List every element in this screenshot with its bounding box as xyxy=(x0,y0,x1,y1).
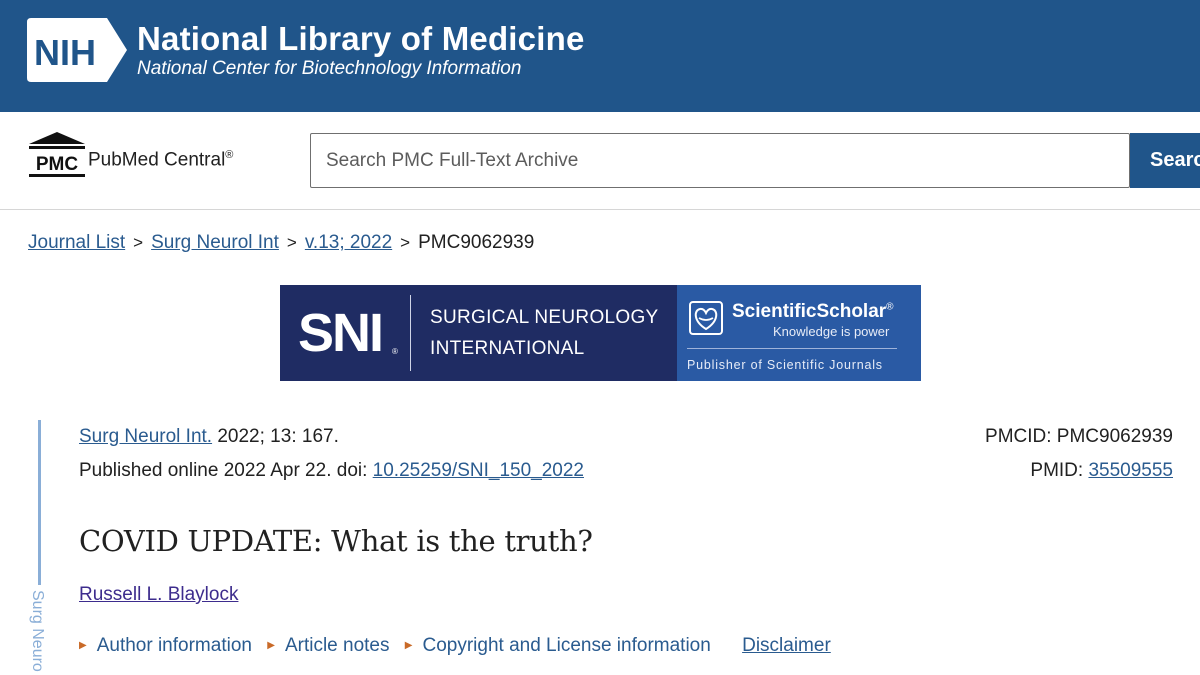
publisher-name: ScientificScholar® xyxy=(732,301,894,322)
pmcid-label: PMCID: xyxy=(985,426,1057,447)
journal-link[interactable]: Surg Neurol Int. xyxy=(79,426,212,447)
triangle-right-icon: ▶ xyxy=(404,640,413,651)
citation-line: Surg Neurol Int. 2022; 13: 167. xyxy=(79,426,339,448)
search-button[interactable]: Search xyxy=(1130,133,1200,188)
search-input[interactable] xyxy=(310,133,1130,188)
author-link[interactable]: Russell L. Blaylock xyxy=(79,584,238,606)
triangle-right-icon: ▶ xyxy=(267,640,275,651)
nih-subtitle: National Center for Biotechnology Inform… xyxy=(137,58,522,79)
published-line: Published online 2022 Apr 22. doi: 10.25… xyxy=(79,460,584,482)
side-journal-label[interactable]: Surg Neuro xyxy=(28,590,46,672)
article-info-links: ▶ Author information ▶ Article notes ▶ Copy… xyxy=(79,635,831,657)
pmc-logo-icon[interactable]: PMC xyxy=(27,130,87,180)
pmcid-value: PMC9062939 xyxy=(1056,426,1173,447)
scientific-scholar-logo-icon xyxy=(689,301,723,335)
breadcrumb: Journal List > Surg Neurol Int > v.13; 2022 >… xyxy=(28,232,534,254)
citation-issue: 2022; 13: 167. xyxy=(217,426,339,447)
nih-title: National Library of Medicine xyxy=(137,20,585,57)
disclaimer-link[interactable]: Disclaimer xyxy=(742,635,831,656)
journal-banner[interactable]: SNI ® SURGICAL NEUROLOGY INTERNATIONAL S… xyxy=(280,285,921,381)
author-information-toggle[interactable]: Author information xyxy=(97,635,252,656)
pmcid: PMCID: PMC9062939 xyxy=(985,426,1173,448)
publisher-divider xyxy=(687,348,897,349)
publisher-tagline: Knowledge is power xyxy=(773,324,890,339)
copyright-license-toggle[interactable]: Copyright and License information xyxy=(422,635,710,656)
pmid-label: PMID: xyxy=(1030,460,1089,481)
sni-logo: SNI xyxy=(298,303,384,363)
pmc-reg-mark: ® xyxy=(225,149,234,161)
article-title: COVID UPDATE: What is the truth? xyxy=(79,524,593,558)
published-text: Published online 2022 Apr 22. doi: xyxy=(79,460,373,481)
triangle-right-icon: ▶ xyxy=(79,640,87,651)
publisher-description: Publisher of Scientific Journals xyxy=(687,358,883,372)
breadcrumb-volume[interactable]: v.13; 2022 xyxy=(305,232,392,253)
journal-name-line2: INTERNATIONAL xyxy=(430,338,585,359)
article-notes-toggle[interactable]: Article notes xyxy=(285,635,390,656)
breadcrumb-separator: > xyxy=(286,233,297,252)
side-rail xyxy=(38,420,41,585)
journal-name-line1: SURGICAL NEUROLOGY xyxy=(430,307,659,328)
pmc-header: PMC PubMed Central® Search xyxy=(0,112,1200,210)
breadcrumb-separator: > xyxy=(400,233,411,252)
breadcrumb-current: PMC9062939 xyxy=(418,232,535,253)
pmc-name[interactable]: PubMed Central® xyxy=(88,149,233,171)
nih-banner: NIH National Library of Medicine Nationa… xyxy=(0,0,1200,112)
pmc-logo-text: PMC xyxy=(36,154,79,175)
nih-logo[interactable]: NIH xyxy=(27,18,127,82)
banner-divider xyxy=(410,295,411,371)
pmid: PMID: 35509555 xyxy=(1030,460,1173,482)
nih-logo-text: NIH xyxy=(34,32,96,73)
doi-link[interactable]: 10.25259/SNI_150_2022 xyxy=(373,460,584,481)
pmid-link[interactable]: 35509555 xyxy=(1088,460,1173,481)
breadcrumb-separator: > xyxy=(133,233,144,252)
publisher-panel: ScientificScholar® Knowledge is power Pu… xyxy=(677,285,921,381)
sni-reg-mark: ® xyxy=(392,347,398,356)
pmc-name-text: PubMed Central xyxy=(88,149,226,171)
breadcrumb-journal-list[interactable]: Journal List xyxy=(28,232,125,253)
breadcrumb-journal[interactable]: Surg Neurol Int xyxy=(151,232,279,253)
